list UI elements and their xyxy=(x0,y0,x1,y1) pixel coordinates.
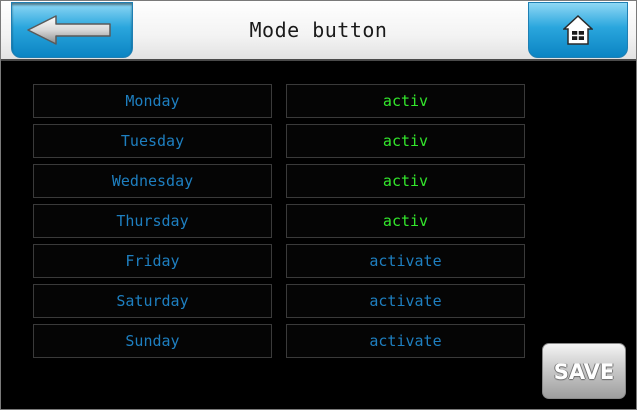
mode-toggle-friday[interactable]: activate xyxy=(286,244,525,278)
header-bar: Mode button xyxy=(1,1,636,61)
mode-toggle-wednesday[interactable]: activ xyxy=(286,164,525,198)
home-button[interactable] xyxy=(528,2,628,58)
mode-toggle-monday[interactable]: activ xyxy=(286,84,525,118)
mode-toggle-sunday[interactable]: activate xyxy=(286,324,525,358)
mode-toggle-saturday[interactable]: activate xyxy=(286,284,525,318)
day-label-monday: Monday xyxy=(33,84,272,118)
day-label-friday: Friday xyxy=(33,244,272,278)
day-label-sunday: Sunday xyxy=(33,324,272,358)
mode-toggle-tuesday[interactable]: activ xyxy=(286,124,525,158)
day-label-tuesday: Tuesday xyxy=(33,124,272,158)
day-label-saturday: Saturday xyxy=(33,284,272,318)
screen: Mode button Monday activ Tuesday activ Wedne… xyxy=(0,0,637,410)
day-label-wednesday: Wednesday xyxy=(33,164,272,198)
save-button[interactable]: SAVE xyxy=(542,343,626,399)
day-label-thursday: Thursday xyxy=(33,204,272,238)
mode-toggle-thursday[interactable]: activ xyxy=(286,204,525,238)
house-icon xyxy=(563,14,593,45)
